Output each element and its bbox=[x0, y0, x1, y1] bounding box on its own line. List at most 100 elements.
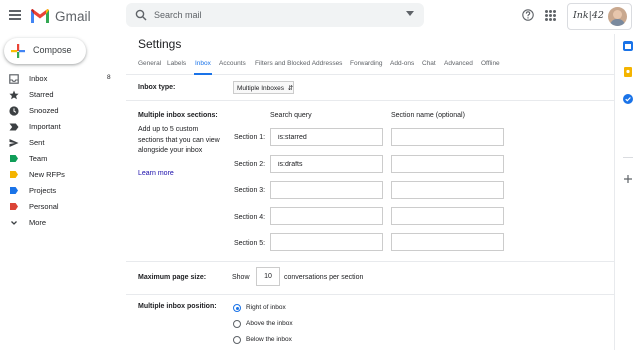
compose-label: Compose bbox=[33, 45, 72, 55]
page-title: Settings bbox=[138, 37, 182, 51]
section-name-header: Section name (optional) bbox=[391, 112, 465, 119]
radio-label[interactable]: Above the inbox bbox=[246, 320, 293, 327]
inbox-icon bbox=[9, 74, 19, 84]
section-4-label: Section 4: bbox=[234, 214, 266, 221]
section-3-label: Section 3: bbox=[234, 187, 266, 194]
compose-button[interactable]: Compose bbox=[4, 38, 86, 64]
avatar[interactable] bbox=[608, 7, 627, 26]
page-size-suffix: conversations per section bbox=[284, 274, 364, 281]
star-icon bbox=[9, 90, 19, 100]
compose-plus-icon bbox=[11, 44, 25, 58]
label-icon bbox=[10, 187, 18, 194]
section-1-label: Section 1: bbox=[234, 134, 266, 141]
sidebar-item-personal[interactable]: Personal bbox=[0, 199, 120, 215]
section-3-query-input[interactable] bbox=[270, 181, 383, 199]
sidebar-item-starred[interactable]: Starred bbox=[0, 87, 120, 103]
section-5-query-input[interactable] bbox=[270, 233, 383, 251]
settings-panel: Settings General Labels Inbox Accounts F… bbox=[126, 34, 614, 350]
search-options-dropdown-icon[interactable] bbox=[406, 11, 414, 17]
sidebar-item-snoozed[interactable]: Snoozed bbox=[0, 103, 120, 119]
clock-icon bbox=[9, 106, 19, 116]
sidebar-item-team[interactable]: Team bbox=[0, 151, 120, 167]
radio-above-inbox[interactable] bbox=[233, 320, 241, 328]
side-panel bbox=[614, 34, 640, 350]
chevron-down-icon bbox=[11, 221, 17, 225]
sidebar-item-new-rfps[interactable]: New RFPs bbox=[0, 167, 120, 183]
gmail-logo[interactable]: Gmail bbox=[30, 8, 91, 24]
show-label: Show bbox=[232, 274, 250, 281]
settings-tabs: General Labels Inbox Accounts Filters an… bbox=[126, 54, 614, 75]
tab-offline[interactable]: Offline bbox=[481, 60, 500, 67]
section-2-label: Section 2: bbox=[234, 161, 266, 168]
radio-right-of-inbox[interactable] bbox=[233, 304, 241, 312]
tasks-icon[interactable] bbox=[623, 94, 633, 104]
position-label: Multiple inbox position: bbox=[138, 303, 217, 310]
tab-add-ons[interactable]: Add-ons bbox=[390, 60, 414, 67]
section-5-label: Section 5: bbox=[234, 240, 266, 247]
label-icon bbox=[10, 203, 18, 210]
sidebar-item-inbox[interactable]: Inbox 8 bbox=[0, 71, 120, 87]
search-input[interactable] bbox=[154, 6, 394, 24]
sidebar-item-label: Starred bbox=[29, 90, 54, 99]
page-size-input[interactable] bbox=[256, 267, 280, 286]
sidebar-item-important[interactable]: Important bbox=[0, 119, 120, 135]
tab-accounts[interactable]: Accounts bbox=[219, 60, 246, 67]
tab-general[interactable]: General bbox=[138, 60, 161, 67]
apps-grid-icon[interactable] bbox=[545, 10, 556, 21]
tab-forwarding[interactable]: Forwarding bbox=[350, 60, 383, 67]
search-icon[interactable] bbox=[135, 9, 147, 21]
tab-filters[interactable]: Filters and Blocked Addresses bbox=[255, 60, 342, 67]
page-size-label: Maximum page size: bbox=[138, 274, 207, 281]
sidebar-item-label: Snoozed bbox=[29, 106, 59, 115]
radio-below-inbox[interactable] bbox=[233, 336, 241, 344]
active-tab-indicator bbox=[194, 73, 212, 75]
brand-text: Ink|42 bbox=[573, 10, 604, 21]
divider bbox=[126, 100, 614, 101]
sidebar-item-projects[interactable]: Projects bbox=[0, 183, 120, 199]
account-brand-badge[interactable]: Ink|42 bbox=[567, 3, 632, 30]
sidebar-nav: Inbox 8 Starred Snoozed Important Sent T… bbox=[0, 71, 120, 231]
section-5-name-input[interactable] bbox=[391, 233, 504, 251]
inbox-type-label: Inbox type: bbox=[138, 84, 176, 91]
inbox-type-value: Multiple Inboxes bbox=[237, 85, 284, 92]
sidebar-item-label: Inbox bbox=[29, 74, 48, 83]
search-bar[interactable] bbox=[126, 3, 424, 27]
learn-more-link[interactable]: Learn more bbox=[138, 170, 174, 177]
label-icon bbox=[10, 171, 18, 178]
unread-count: 8 bbox=[107, 74, 111, 81]
tab-labels[interactable]: Labels bbox=[167, 60, 186, 67]
select-arrows-icon: ⇵ bbox=[287, 85, 294, 92]
top-bar: Gmail Ink|42 bbox=[0, 0, 640, 34]
search-query-header: Search query bbox=[270, 112, 312, 119]
section-4-name-input[interactable] bbox=[391, 207, 504, 225]
multiple-sections-label: Multiple inbox sections: bbox=[138, 112, 218, 119]
sidebar-item-label: Team bbox=[29, 154, 48, 163]
multiple-sections-description: Add up to 5 custom sections that you can… bbox=[138, 126, 220, 154]
gmail-m-icon bbox=[31, 9, 49, 23]
app-name: Gmail bbox=[55, 8, 91, 24]
section-3-name-input[interactable] bbox=[391, 181, 504, 199]
tab-inbox[interactable]: Inbox bbox=[195, 60, 211, 67]
section-1-name-input[interactable] bbox=[391, 128, 504, 146]
tab-advanced[interactable]: Advanced bbox=[444, 60, 473, 67]
sidebar-item-more[interactable]: More bbox=[0, 215, 120, 231]
radio-label[interactable]: Right of inbox bbox=[246, 304, 286, 311]
hamburger-menu-icon[interactable] bbox=[9, 10, 21, 20]
divider bbox=[126, 294, 614, 295]
keep-icon[interactable] bbox=[623, 67, 633, 77]
radio-label[interactable]: Below the inbox bbox=[246, 336, 292, 343]
divider bbox=[126, 261, 614, 262]
section-2-name-input[interactable] bbox=[391, 155, 504, 173]
sidebar-item-label: Projects bbox=[29, 186, 57, 195]
inbox-type-select[interactable]: Multiple Inboxes ⇵ bbox=[233, 81, 294, 94]
section-2-query-input[interactable] bbox=[270, 155, 383, 173]
send-icon bbox=[9, 139, 19, 147]
calendar-icon[interactable] bbox=[623, 41, 633, 51]
help-circle-icon[interactable] bbox=[522, 9, 534, 21]
sidebar-item-sent[interactable]: Sent bbox=[0, 135, 120, 151]
tab-chat[interactable]: Chat bbox=[422, 60, 436, 67]
section-1-query-input[interactable] bbox=[270, 128, 383, 146]
section-4-query-input[interactable] bbox=[270, 207, 383, 225]
sidebar-item-label: Personal bbox=[29, 202, 59, 211]
add-addon-plus-icon[interactable] bbox=[623, 174, 633, 184]
